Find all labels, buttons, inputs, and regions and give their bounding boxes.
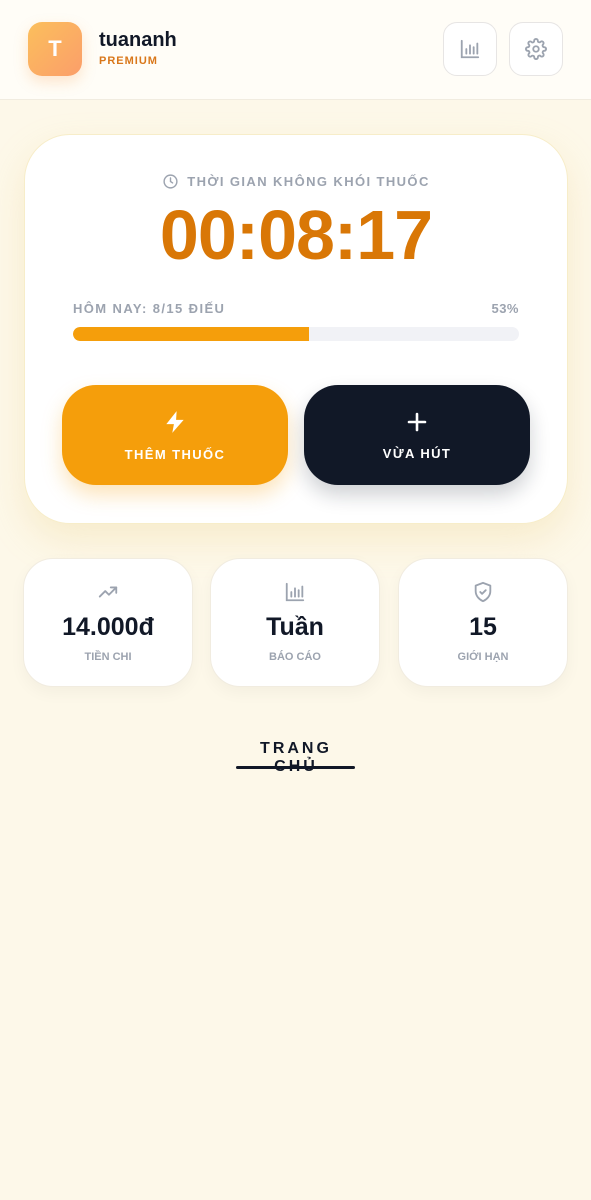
lightning-icon: [166, 410, 184, 433]
add-cigarette-label: THÊM THUỐC: [124, 446, 226, 462]
avatar[interactable]: T: [28, 22, 82, 76]
stat-label: BÁO CÁO: [269, 651, 321, 663]
settings-button[interactable]: [509, 22, 563, 76]
stat-label: TIỀN CHI: [84, 651, 132, 663]
stats-button[interactable]: [443, 22, 497, 76]
gear-icon: [525, 38, 547, 60]
plus-icon: [407, 412, 427, 431]
shield-check-icon: [474, 581, 492, 603]
today-count-label: HÔM NAY: 8/15 ĐIẾU: [73, 301, 226, 316]
clock-icon: [163, 174, 178, 189]
stat-label: GIỚI HẠN: [457, 651, 509, 663]
stat-value: 15: [469, 613, 497, 641]
today-percent: 53%: [491, 301, 519, 316]
just-smoked-label: VỪA HÚT: [382, 445, 452, 461]
trending-up-icon: [98, 586, 118, 598]
smoke-free-timer-card: THỜI GIAN KHÔNG KHÓI THUỐC 00:08:17 HÔM …: [24, 134, 568, 524]
bar-chart-icon: [285, 582, 305, 602]
timer-caption: THỜI GIAN KHÔNG KHÓI THUỐC: [187, 174, 430, 189]
tab-home[interactable]: TRANG CHỦ: [236, 740, 356, 776]
stat-card-limit[interactable]: 15 GIỚI HẠN: [398, 558, 568, 687]
stat-card-spending[interactable]: 14.000đ TIỀN CHI: [23, 558, 193, 687]
add-cigarette-button[interactable]: THÊM THUỐC: [62, 385, 288, 485]
premium-badge: PREMIUM: [99, 55, 158, 67]
just-smoked-button[interactable]: VỪA HÚT: [304, 385, 530, 485]
timer-value: 00:08:17: [159, 196, 433, 274]
bar-chart-icon: [460, 39, 480, 59]
stat-card-report[interactable]: Tuần BÁO CÁO: [210, 558, 380, 687]
app-header: T tuananh PREMIUM: [0, 0, 591, 100]
username: tuananh: [99, 29, 177, 51]
daily-progress-bar: [73, 327, 519, 341]
timer-caption-row: THỜI GIAN KHÔNG KHÓI THUỐC: [25, 173, 567, 190]
stat-value: Tuần: [266, 613, 324, 641]
daily-progress-fill: [73, 327, 310, 341]
stat-value: 14.000đ: [62, 613, 154, 641]
tab-home-indicator: [236, 766, 355, 769]
